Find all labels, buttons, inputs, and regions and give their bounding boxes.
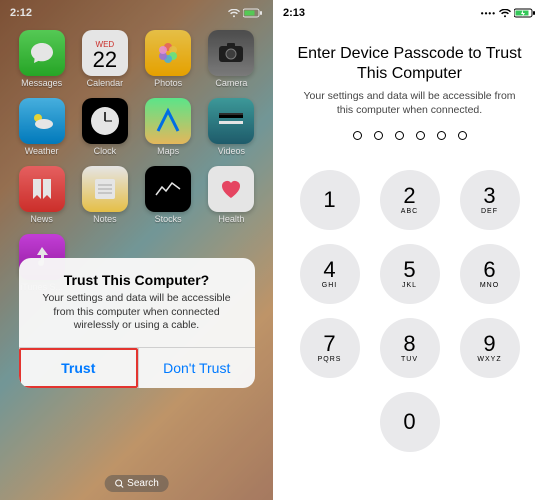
passcode-dots bbox=[295, 131, 524, 140]
status-right: •••• bbox=[481, 8, 536, 18]
search-label: Search bbox=[127, 478, 159, 489]
search-icon bbox=[114, 479, 123, 488]
key-6[interactable]: 6MNO bbox=[460, 244, 520, 304]
dialog-title: Trust This Computer? bbox=[19, 258, 255, 292]
key-4[interactable]: 4GHI bbox=[300, 244, 360, 304]
passcode-dot bbox=[353, 131, 362, 140]
battery-icon bbox=[514, 8, 536, 18]
passcode-dot bbox=[374, 131, 383, 140]
cellular-icon: •••• bbox=[481, 9, 496, 18]
key-5[interactable]: 5JKL bbox=[380, 244, 440, 304]
key-2[interactable]: 2ABC bbox=[380, 170, 440, 230]
key-0[interactable]: 0 bbox=[380, 392, 440, 452]
trust-dialog-backdrop: Trust This Computer? Your settings and d… bbox=[0, 258, 273, 500]
trust-dialog: Trust This Computer? Your settings and d… bbox=[19, 258, 255, 388]
key-7[interactable]: 7PQRS bbox=[300, 318, 360, 378]
passcode-screen: 2:13 •••• Enter Device Passcode to Trust… bbox=[273, 0, 546, 500]
passcode-dot bbox=[458, 131, 467, 140]
passcode-dot bbox=[395, 131, 404, 140]
key-3[interactable]: 3DEF bbox=[460, 170, 520, 230]
key-1[interactable]: 1 bbox=[300, 170, 360, 230]
dialog-buttons: Trust Don't Trust bbox=[19, 347, 255, 388]
status-bar: 2:13 •••• bbox=[273, 0, 546, 22]
search-pill[interactable]: Search bbox=[104, 475, 169, 492]
passcode-title: Enter Device Passcode to Trust This Comp… bbox=[295, 44, 524, 84]
wifi-icon bbox=[499, 9, 511, 18]
passcode-header: Enter Device Passcode to Trust This Comp… bbox=[273, 22, 546, 148]
passcode-subtitle: Your settings and data will be accessibl… bbox=[295, 90, 524, 117]
key-9[interactable]: 9WXYZ bbox=[460, 318, 520, 378]
dialog-body: Your settings and data will be accessibl… bbox=[19, 292, 255, 347]
trust-button[interactable]: Trust bbox=[19, 348, 139, 388]
passcode-dot bbox=[437, 131, 446, 140]
key-8[interactable]: 8TUV bbox=[380, 318, 440, 378]
passcode-dot bbox=[416, 131, 425, 140]
status-time: 2:13 bbox=[283, 7, 305, 19]
dont-trust-button[interactable]: Don't Trust bbox=[138, 348, 255, 388]
home-screen: 2:12 Messages WED22Calendar Photos Camer… bbox=[0, 0, 273, 500]
keypad: 1 2ABC 3DEF 4GHI 5JKL 6MNO 7PQRS 8TUV 9W… bbox=[273, 170, 546, 452]
